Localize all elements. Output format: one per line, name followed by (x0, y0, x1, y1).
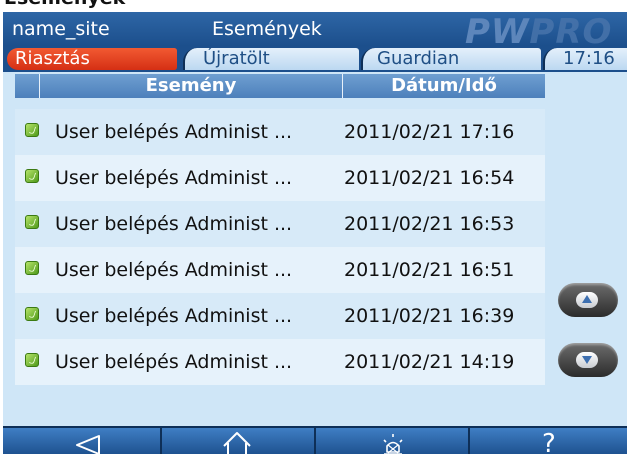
event-cell: User belépés Administ ... (55, 121, 293, 143)
home-button[interactable] (162, 428, 316, 454)
table-row[interactable]: User belépés Administ ... 2011/02/21 14:… (15, 339, 545, 385)
event-cell: User belépés Administ ... (55, 167, 293, 189)
page-heading-text: Események (4, 0, 125, 9)
green-check-icon (25, 215, 39, 229)
header-select-column (15, 74, 40, 98)
table-header: Esemény Dátum/Idő (15, 74, 545, 98)
header-date[interactable]: Dátum/Idő (343, 74, 545, 98)
scroll-down-button[interactable] (558, 343, 618, 377)
event-cell: User belépés Administ ... (55, 305, 293, 327)
green-check-icon (25, 123, 39, 137)
title-bar: name_site Események PWPRO (3, 12, 627, 52)
green-check-icon (25, 307, 39, 321)
event-cell: User belépés Administ ... (55, 213, 293, 235)
tab-ujratolt[interactable]: Újratölt (183, 48, 359, 70)
scroll-up-button[interactable] (558, 283, 618, 317)
green-check-icon (25, 169, 39, 183)
screen: name_site Események PWPRO Riasztás Újrat… (3, 12, 627, 454)
scroll-down-arrow-icon (576, 352, 598, 368)
event-cell: User belépés Administ ... (55, 351, 293, 373)
bottom-nav: ? (3, 426, 627, 454)
header-event[interactable]: Esemény (40, 74, 343, 98)
home-icon (223, 432, 251, 454)
alarm-light-icon (383, 434, 403, 454)
back-arrow-icon (76, 435, 100, 454)
date-cell: 2011/02/21 14:19 (344, 351, 515, 373)
table-row[interactable]: User belépés Administ ... 2011/02/21 16:… (15, 247, 545, 293)
alarm-button[interactable] (316, 428, 470, 454)
help-icon: ? (542, 429, 556, 454)
table-row[interactable]: User belépés Administ ... 2011/02/21 16:… (15, 293, 545, 339)
help-button[interactable]: ? (470, 428, 627, 454)
screen-title: Események (212, 18, 322, 40)
table-row[interactable]: User belépés Administ ... 2011/02/21 17:… (15, 109, 545, 155)
page-heading: Események (0, 0, 630, 12)
date-cell: 2011/02/21 17:16 (344, 121, 515, 143)
date-cell: 2011/02/21 16:53 (344, 213, 515, 235)
event-cell: User belépés Administ ... (55, 259, 293, 281)
tab-row: Riasztás Újratölt Guardian 17:16 (3, 46, 627, 72)
date-cell: 2011/02/21 16:51 (344, 259, 515, 281)
green-check-icon (25, 353, 39, 367)
date-cell: 2011/02/21 16:54 (344, 167, 515, 189)
clock-display: 17:16 (543, 48, 627, 70)
table-row[interactable]: User belépés Administ ... 2011/02/21 16:… (15, 155, 545, 201)
tab-guardian[interactable]: Guardian (361, 48, 541, 70)
tab-riasztas[interactable]: Riasztás (7, 48, 177, 70)
back-button[interactable] (3, 428, 162, 454)
site-name: name_site (12, 18, 110, 40)
green-check-icon (25, 261, 39, 275)
scroll-up-arrow-icon (576, 292, 598, 308)
table-row[interactable]: User belépés Administ ... 2011/02/21 16:… (15, 201, 545, 247)
date-cell: 2011/02/21 16:39 (344, 305, 515, 327)
